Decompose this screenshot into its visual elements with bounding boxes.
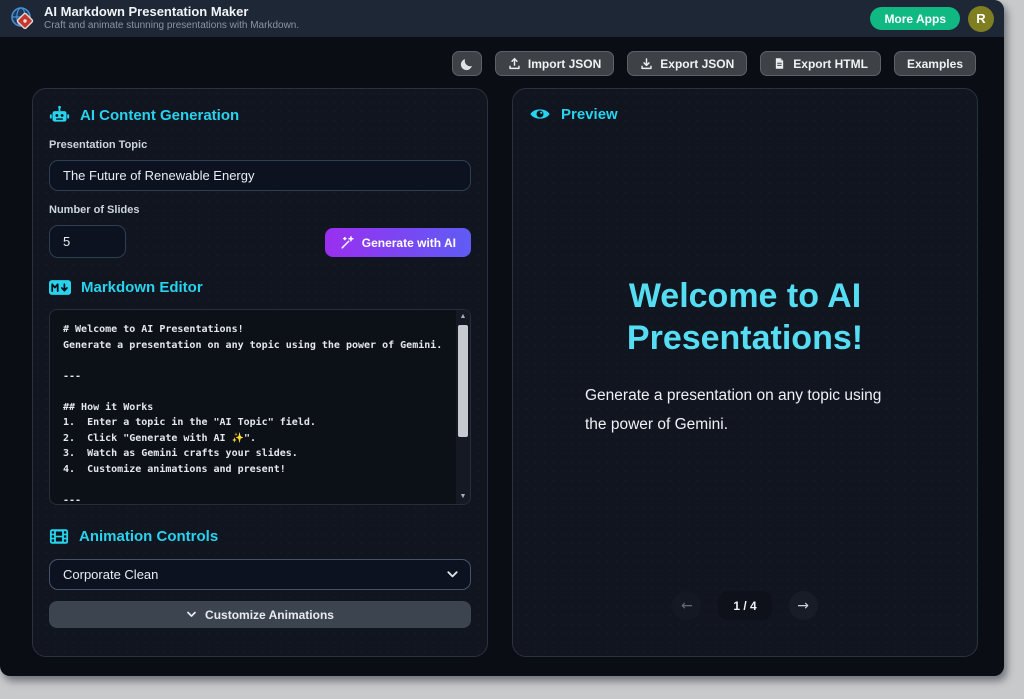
markdown-editor-heading: Markdown Editor bbox=[49, 279, 471, 296]
preview-navigation: ← 1 / 4 → bbox=[529, 591, 961, 620]
eye-icon bbox=[529, 105, 551, 123]
slides-count-input[interactable] bbox=[49, 225, 126, 258]
editor-scrollbar[interactable]: ▲ ▼ bbox=[456, 310, 470, 504]
markdown-editor-heading-label: Markdown Editor bbox=[81, 279, 203, 296]
scroll-down-icon[interactable]: ▼ bbox=[460, 490, 467, 504]
import-json-button[interactable]: Import JSON bbox=[495, 51, 614, 76]
markdown-editor-wrap: # Welcome to AI Presentations! Generate … bbox=[49, 309, 471, 505]
slide-title: Welcome to AI Presentations! bbox=[550, 275, 940, 360]
theme-toggle-button[interactable] bbox=[452, 51, 482, 76]
animation-preset-select[interactable]: Corporate Clean bbox=[49, 559, 471, 590]
markdown-icon bbox=[49, 279, 71, 296]
arrow-right-icon: → bbox=[797, 598, 809, 614]
preview-heading: Preview bbox=[529, 105, 961, 123]
prev-slide-button[interactable]: ← bbox=[672, 591, 701, 620]
export-html-label: Export HTML bbox=[793, 57, 868, 71]
preview-panel: Preview Welcome to AI Presentations! Gen… bbox=[512, 88, 978, 657]
film-icon bbox=[49, 527, 69, 546]
app-logo-icon bbox=[10, 6, 36, 32]
customize-animations-button[interactable]: Customize Animations bbox=[49, 601, 471, 628]
preset-select-wrap: Corporate Clean bbox=[49, 559, 471, 590]
file-icon bbox=[773, 57, 786, 70]
ai-content-heading-label: AI Content Generation bbox=[80, 107, 239, 124]
scrollbar-thumb[interactable] bbox=[458, 325, 468, 437]
export-json-label: Export JSON bbox=[660, 57, 734, 71]
generator-panel: AI Content Generation Presentation Topic… bbox=[32, 88, 488, 657]
upload-icon bbox=[508, 57, 521, 70]
export-json-button[interactable]: Export JSON bbox=[627, 51, 747, 76]
slide-preview: Welcome to AI Presentations! Generate a … bbox=[529, 123, 961, 591]
examples-label: Examples bbox=[907, 57, 963, 71]
ai-content-heading: AI Content Generation bbox=[49, 105, 471, 126]
header: AI Markdown Presentation Maker Craft and… bbox=[0, 0, 1004, 37]
animation-controls-heading-label: Animation Controls bbox=[79, 528, 218, 545]
examples-button[interactable]: Examples bbox=[894, 51, 976, 76]
toolbar: Import JSON Export JSON Export HTML Exam… bbox=[452, 51, 976, 76]
avatar[interactable]: R bbox=[968, 6, 994, 32]
export-html-button[interactable]: Export HTML bbox=[760, 51, 881, 76]
more-apps-button[interactable]: More Apps bbox=[870, 7, 960, 30]
scroll-up-icon[interactable]: ▲ bbox=[460, 310, 467, 324]
generate-ai-button[interactable]: Generate with AI bbox=[325, 228, 471, 257]
slides-label: Number of Slides bbox=[49, 204, 471, 216]
magic-wand-icon bbox=[340, 236, 354, 250]
slides-row: Generate with AI bbox=[49, 225, 471, 258]
moon-icon bbox=[460, 57, 474, 71]
next-slide-button[interactable]: → bbox=[789, 591, 818, 620]
markdown-editor-textarea[interactable]: # Welcome to AI Presentations! Generate … bbox=[49, 309, 471, 505]
customize-animations-label: Customize Animations bbox=[205, 608, 334, 622]
arrow-left-icon: ← bbox=[681, 598, 693, 614]
header-titles: AI Markdown Presentation Maker Craft and… bbox=[44, 5, 299, 31]
topic-label: Presentation Topic bbox=[49, 139, 471, 151]
preview-heading-label: Preview bbox=[561, 106, 618, 123]
app-window: AI Markdown Presentation Maker Craft and… bbox=[0, 0, 1004, 676]
download-icon bbox=[640, 57, 653, 70]
topic-input[interactable] bbox=[49, 160, 471, 191]
chevron-down-icon bbox=[186, 609, 197, 620]
generate-ai-label: Generate with AI bbox=[362, 236, 456, 250]
page-title: AI Markdown Presentation Maker bbox=[44, 5, 299, 20]
page-subtitle: Craft and animate stunning presentations… bbox=[44, 20, 299, 32]
slide-counter: 1 / 4 bbox=[718, 591, 771, 620]
robot-icon bbox=[49, 105, 70, 126]
import-json-label: Import JSON bbox=[528, 57, 601, 71]
animation-controls-heading: Animation Controls bbox=[49, 527, 471, 546]
header-actions: More Apps R bbox=[870, 6, 994, 32]
slide-body: Generate a presentation on any topic usi… bbox=[585, 382, 905, 439]
